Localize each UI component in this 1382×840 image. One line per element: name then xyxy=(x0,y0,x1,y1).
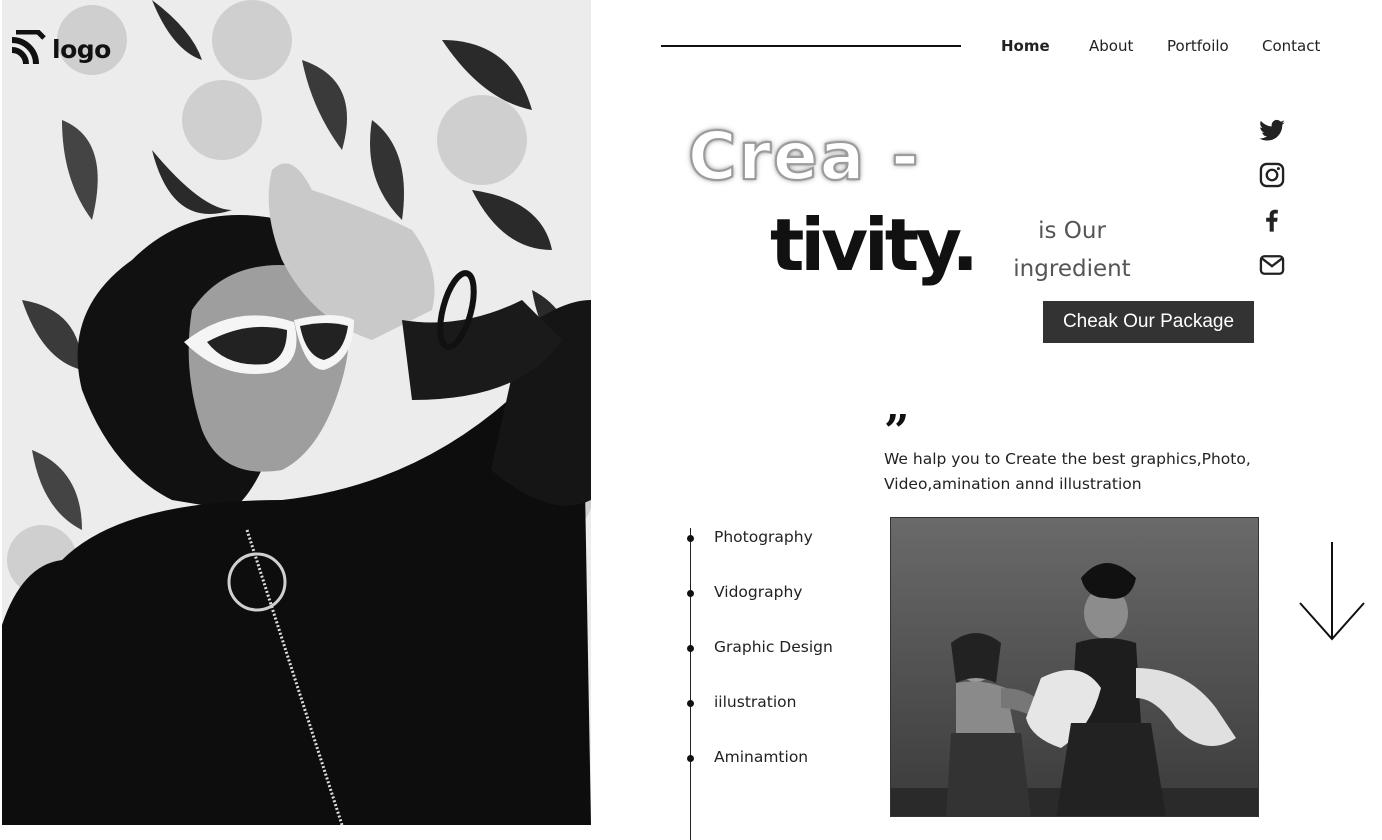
hero-tagline: is Our ingredient xyxy=(1002,212,1142,288)
facebook-icon[interactable] xyxy=(1258,206,1286,234)
nav-item-portfolio[interactable]: Portfoilo xyxy=(1167,37,1229,55)
nav-item-about[interactable]: About xyxy=(1089,37,1133,55)
service-item-illustration[interactable]: iilustration xyxy=(686,693,886,715)
hero-tagline-line2: ingredient xyxy=(1013,256,1131,282)
hero-title-part2: tivity. xyxy=(770,203,979,287)
bullet-icon xyxy=(687,700,694,707)
service-item-animation[interactable]: Aminamtion xyxy=(686,748,886,770)
bullet-icon xyxy=(687,535,694,542)
logo-text: logo xyxy=(52,34,111,64)
twitter-icon[interactable] xyxy=(1258,116,1286,144)
logo[interactable]: logo xyxy=(8,29,111,68)
arrow-down-icon[interactable] xyxy=(1298,541,1366,643)
social-links xyxy=(1258,116,1286,279)
rss-arcs-icon xyxy=(8,29,46,68)
bullet-icon xyxy=(687,590,694,597)
nav-item-home[interactable]: Home xyxy=(1001,37,1050,55)
package-button[interactable]: Cheak Our Package xyxy=(1043,301,1254,343)
dancers-photo xyxy=(890,517,1259,817)
hero-photo xyxy=(2,0,591,825)
instagram-icon[interactable] xyxy=(1258,161,1286,189)
header-divider xyxy=(661,45,961,47)
service-item-graphic-design[interactable]: Graphic Design xyxy=(686,638,886,660)
service-item-videography[interactable]: Vidography xyxy=(686,583,886,605)
bullet-icon xyxy=(687,755,694,762)
service-item-photography[interactable]: Photography xyxy=(686,528,886,550)
hero-tagline-line1: is Our xyxy=(1038,218,1106,244)
bullet-icon xyxy=(687,645,694,652)
services-timeline xyxy=(690,528,691,840)
hero-title-part1: Crea - xyxy=(687,117,921,196)
quote-text: We halp you to Create the best graphics,… xyxy=(884,450,1251,493)
mail-icon[interactable] xyxy=(1258,251,1286,279)
nav-item-contact[interactable]: Contact xyxy=(1262,37,1320,55)
